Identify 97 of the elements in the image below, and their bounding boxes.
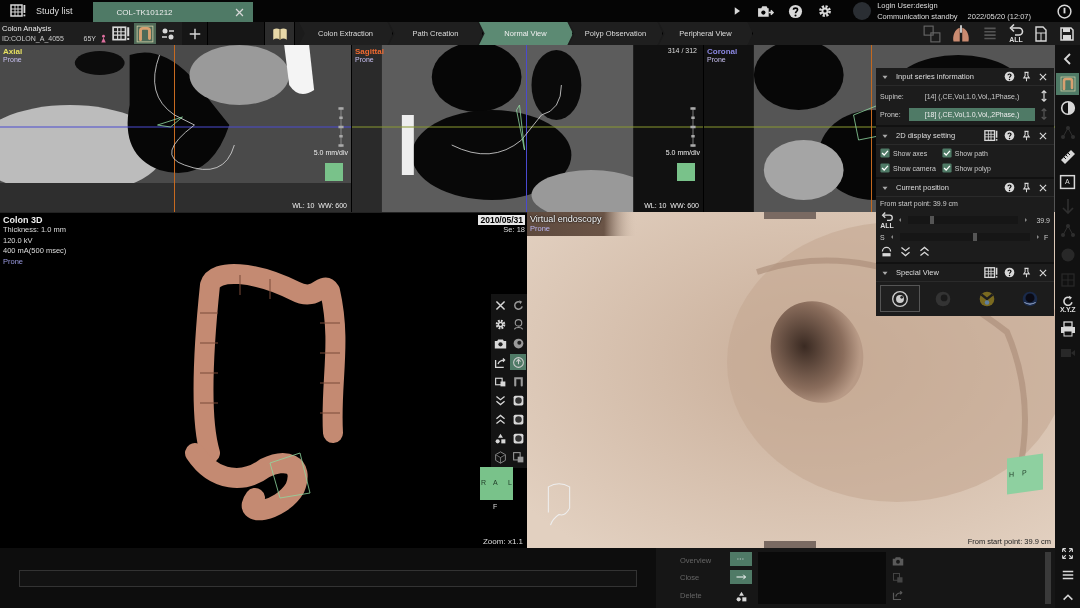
grid-icon[interactable]	[10, 3, 26, 19]
help-icon[interactable]	[1004, 71, 1015, 82]
special-view-button[interactable]	[880, 285, 920, 312]
scale-ruler-icon	[690, 107, 696, 147]
plus-icon	[187, 26, 202, 41]
report-button[interactable]	[265, 22, 295, 45]
document-icon[interactable]	[1033, 25, 1049, 42]
view-title: Axial	[3, 47, 23, 56]
close-icon[interactable]	[1038, 130, 1048, 141]
refresh-icon	[511, 298, 525, 312]
square-icon	[511, 412, 525, 426]
checkmark-icon	[880, 163, 890, 173]
printer-icon	[1059, 320, 1076, 337]
colon-icon	[1059, 75, 1076, 92]
checkmark-icon	[941, 163, 952, 173]
close-icon[interactable]	[1038, 71, 1048, 82]
help-icon[interactable]	[1004, 267, 1015, 278]
pin-icon[interactable]	[1021, 71, 1032, 82]
save-icon[interactable]	[1059, 25, 1075, 42]
chevrons-up-icon	[493, 412, 507, 426]
chevrons-down-icon	[493, 393, 507, 407]
add-button[interactable]	[182, 22, 208, 45]
layout-grid-icon[interactable]	[984, 265, 998, 280]
checkmark-icon	[941, 148, 952, 158]
lens-icon	[977, 289, 996, 308]
camera-reset-icon[interactable]	[880, 245, 893, 258]
view-title: Colon 3D	[3, 215, 44, 225]
checkmark-icon	[880, 148, 890, 158]
patient-tab[interactable]: COL-TK101212	[92, 2, 253, 22]
export-icon	[493, 355, 507, 369]
lungs-icon[interactable]	[951, 23, 971, 44]
colon-icon	[136, 24, 154, 43]
colon-icon	[511, 374, 525, 388]
avatar-circle	[853, 2, 872, 20]
scroll-track[interactable]	[1045, 552, 1051, 604]
export-icon[interactable]	[892, 589, 904, 602]
person-icon	[511, 317, 525, 331]
view-title: Virtual endoscopy	[530, 214, 602, 224]
layout-grid-icon[interactable]	[112, 24, 130, 43]
person-icon	[99, 34, 108, 43]
scroll-handle[interactable]	[764, 212, 816, 219]
undo-icon	[880, 211, 894, 222]
view-title: Sagittal	[355, 47, 384, 56]
close-icon	[493, 298, 507, 312]
pin-icon[interactable]	[1021, 267, 1032, 278]
ruler-icon	[1059, 149, 1076, 166]
chevrons-down-icon[interactable]	[899, 245, 912, 258]
square-icon	[511, 393, 525, 407]
contrast-icon	[1059, 100, 1076, 117]
pin-icon[interactable]	[1021, 182, 1032, 193]
fullscreen-icon[interactable]	[1061, 547, 1074, 560]
settings-icon	[493, 317, 507, 331]
help-icon[interactable]	[1004, 182, 1015, 193]
lens-icon	[890, 289, 909, 308]
square-icon	[511, 431, 525, 445]
timeline-track[interactable]	[19, 569, 637, 587]
settings-icon[interactable]	[817, 3, 834, 19]
tab-label[interactable]: COL-TK101212	[116, 7, 173, 17]
help-icon[interactable]	[788, 3, 804, 19]
polyp-icon	[511, 336, 525, 350]
scale-ruler-icon	[338, 107, 344, 147]
target-icon	[511, 355, 525, 369]
help-icon[interactable]	[1004, 130, 1015, 141]
text-box-icon	[1059, 173, 1076, 191]
slider-track[interactable]	[900, 233, 1030, 241]
tool-button[interactable]	[510, 449, 526, 465]
slider-track[interactable]	[908, 216, 1018, 224]
undo-icon	[1008, 24, 1024, 36]
view-title: Coronal	[707, 47, 738, 56]
slider-thumb[interactable]	[973, 233, 978, 241]
rotate-icon	[1060, 295, 1075, 307]
lens-icon	[934, 289, 953, 308]
pin-icon[interactable]	[1021, 130, 1032, 141]
slider-thumb[interactable]	[930, 216, 935, 224]
close-icon[interactable]	[1038, 267, 1048, 278]
chevrons-up-icon[interactable]	[918, 245, 931, 258]
nodes-icon	[1059, 124, 1076, 141]
shapes-icon	[493, 431, 507, 445]
layout-icon[interactable]	[923, 24, 941, 43]
arrow-icon	[1059, 198, 1076, 215]
lens-icon	[1021, 289, 1040, 308]
zoom-label: Zoom: x1.1	[483, 537, 523, 546]
menu-icon[interactable]	[1060, 568, 1075, 582]
nodes-icon	[1059, 222, 1076, 239]
power-icon[interactable]	[1057, 3, 1072, 19]
study-date: 2010/05/31	[478, 215, 525, 225]
cube-icon	[493, 450, 507, 464]
duplicate-icon	[511, 450, 525, 464]
close-icon[interactable]	[1038, 182, 1048, 193]
scroll-handle[interactable]	[764, 541, 816, 548]
layout-grid-icon[interactable]	[984, 128, 998, 143]
study-list-button[interactable]: Study list	[0, 0, 83, 22]
shapes-icon[interactable]	[734, 590, 748, 603]
sidebar-tool-button[interactable]	[1056, 72, 1079, 95]
camera-icon	[493, 336, 507, 350]
swap-arrows-icon[interactable]	[1038, 89, 1050, 103]
camera-icon[interactable]	[892, 554, 904, 567]
